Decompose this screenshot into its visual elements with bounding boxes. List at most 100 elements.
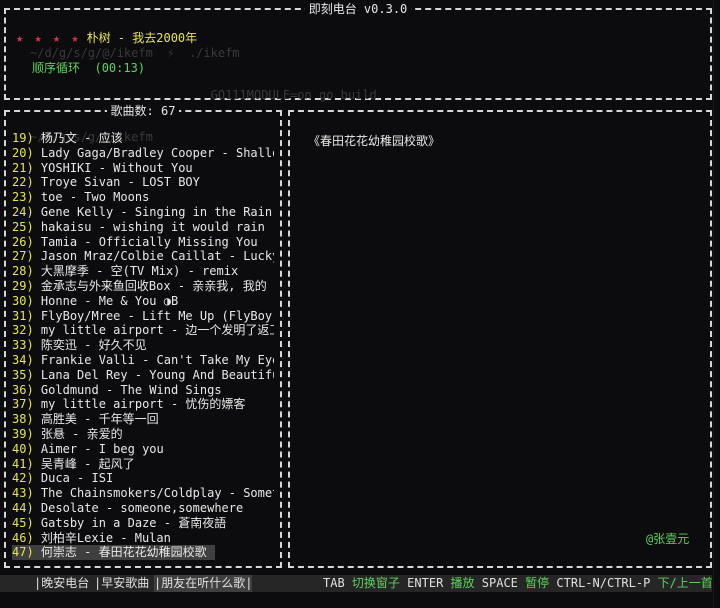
song-list-item[interactable]: 22) Troye Sivan - LOST BOY [12,175,274,190]
song-number: 47) [12,545,34,560]
song-list-item[interactable]: 43) The Chainsmokers/Coldplay - Somethin [12,486,274,501]
song-list-item[interactable]: 32) my little airport - 边一个发明了返工 [12,323,274,338]
song-number: 29) [12,278,34,293]
song-number: 37) [12,397,34,412]
song-list-item[interactable]: 42) Duca - ISI [12,471,274,486]
song-title: 陈奕迅 - 好久不见 [40,338,147,353]
song-title: Tamia - Officially Missing You [40,234,258,249]
song-number: 28) [12,264,34,279]
song-title: hakaisu - wishing it would rain [40,219,265,234]
song-title: 张悬 - 亲爱的 [40,426,123,441]
menu-night-radio[interactable]: |晚安电台 [34,575,89,592]
song-list-item[interactable]: 33) 陈奕迅 - 好久不见 [12,338,274,353]
song-number: 31) [12,308,34,323]
song-title: Lady Gaga/Bradley Cooper - Shallow [40,145,274,160]
shortcut-action-enter: 播放 [450,576,475,590]
song-list-item[interactable]: 28) 大黑摩季 - 空(TV Mix) - remix [12,264,274,279]
song-title: Goldmund - The Wind Sings [40,382,222,397]
song-title: Desolate - someone,somewhere [40,500,244,515]
song-title: The Chainsmokers/Coldplay - Somethin [40,486,274,501]
song-list-item[interactable]: 35) Lana Del Rey - Young And Beautiful [12,368,274,383]
menu-morning-songs[interactable]: |早安歌曲 [94,575,149,592]
song-number: 46) [12,530,34,545]
song-number: 33) [12,338,34,353]
song-list-item[interactable]: 34) Frankie Valli - Can't Take My Eyes O [12,353,274,368]
song-title: FlyBoy/Mree - Lift Me Up (FlyBoy Rem [40,308,274,323]
song-list-item[interactable]: 37) my little airport - 忧伤的嫖客 [12,397,274,412]
song-list-item[interactable]: 40) Aimer - I beg you [12,442,274,457]
song-title: Gene Kelly - Singing in the Rain [40,204,273,219]
song-title: Jason Mraz/Colbie Caillat - Lucky (A [40,249,274,264]
song-title: 刘柏辛Lexie - Mulan [40,530,171,545]
song-title: Lana Del Rey - Young And Beautiful [40,367,274,382]
song-list-item[interactable]: 24) Gene Kelly - Singing in the Rain [12,205,274,220]
song-number: 30) [12,293,34,308]
song-number: 41) [12,456,34,471]
author-handle: @张壹元 [646,532,690,546]
menu-friends-listening[interactable]: |朋友在听什么歌| [154,575,253,592]
song-list-item[interactable]: 46) 刘柏辛Lexie - Mulan [12,531,274,546]
song-list-item[interactable]: 47) 何崇志 - 春田花花幼稚园校歌 [12,545,215,561]
song-number: 27) [12,249,34,264]
shortcut-key-space: SPACE [481,576,518,590]
song-title: 高胜美 - 千年等一回 [40,412,159,427]
song-title: 何崇志 - 春田花花幼稚园校歌 [40,545,207,560]
play-mode[interactable]: 顺序循环 [32,61,80,75]
song-number: 19) [12,131,34,145]
song-number: 24) [12,204,34,219]
song-title: Duca - ISI [40,471,114,486]
song-list-item[interactable]: 27) Jason Mraz/Colbie Caillat - Lucky (A [12,249,274,264]
song-title: Honne - Me & You ◑B [40,293,179,308]
song-list-item[interactable]: 45) Gatsby in a Daze - 蒼南夜語 [12,516,274,531]
lyrics-panel [288,110,712,568]
song-list-item[interactable]: 39) 张悬 - 亲爱的 [12,427,274,442]
rating-stars-icon: ★ ★ ★ ★ [16,31,81,45]
song-number: 20) [12,145,34,160]
shortcut-action-space: 暂停 [525,576,550,590]
song-title: Troye Sivan - LOST BOY [40,175,200,190]
song-list[interactable]: 19) 杨乃文 - 应该 20) Lady Gaga/Bradley Cooper… [12,131,274,561]
song-title: Frankie Valli - Can't Take My Eyes O [40,352,274,367]
song-list-item[interactable]: 21) YOSHIKI - Without You [12,161,274,176]
shortcut-action-tab: 切换窗子 [351,576,400,590]
song-list-item[interactable]: 23) toe - Two Moons [12,190,274,205]
song-title: 杨乃文 - 应该 [40,131,123,145]
shortcut-key-tab: TAB [323,576,345,590]
song-list-item[interactable]: 26) Tamia - Officially Missing You [12,235,274,250]
ghost-line-2: GO111MODULE=on go build [30,88,377,102]
song-list-item[interactable]: 36) Goldmund - The Wind Sings [12,383,274,398]
play-mode-status: 顺序循环 (00:13) [32,60,145,76]
song-number: 43) [12,486,34,501]
shortcut-key-enter: ENTER [407,576,444,590]
shortcut-key-ctrl-np: CTRL-N/CTRL-P [556,576,651,590]
song-list-item[interactable]: 38) 高胜美 - 千年等一回 [12,412,274,427]
song-number: 40) [12,441,34,456]
song-title: my little airport - 边一个发明了返工 [40,323,274,338]
song-list-item[interactable]: 31) FlyBoy/Mree - Lift Me Up (FlyBoy Rem [12,309,274,324]
song-list-item[interactable]: 25) hakaisu - wishing it would rain [12,220,274,235]
song-title: Aimer - I beg you [40,441,164,456]
shortcut-hints: TAB 切换窗子 ENTER 播放 SPACE 暂停 CTRL-N/CTRL-P… [323,575,713,592]
song-number: 26) [12,234,34,249]
song-list-item[interactable]: 41) 吴青峰 - 起风了 [12,457,274,472]
song-number: 34) [12,352,34,367]
song-title: YOSHIKI - Without You [40,160,193,175]
song-list-item[interactable]: 44) Desolate - someone,somewhere [12,501,274,516]
ghost-line-1: ~/d/g/s/g/@/ikefm ⚡ ./ikefm [30,46,240,60]
song-title: 大黑摩季 - 空(TV Mix) - remix [40,264,239,279]
song-number: 23) [12,190,34,205]
song-title: 吴青峰 - 起风了 [40,456,135,471]
song-number: 39) [12,426,34,441]
lyric-line: 《春田花花幼稚园校歌》 [308,134,441,148]
song-title: toe - Two Moons [40,190,150,205]
song-list-item[interactable]: 30) Honne - Me & You ◑B [12,294,274,309]
song-number: 22) [12,175,34,190]
song-number: 44) [12,500,34,515]
song-list-item[interactable]: 19) 杨乃文 - 应该 [12,131,274,146]
song-list-item[interactable]: 29) 金承志与外来鱼回收Box - 亲亲我, 我的 [12,279,274,294]
song-list-item[interactable]: 20) Lady Gaga/Bradley Cooper - Shallow [12,146,274,161]
shortcut-action-ctrl-np: 下/上一首 [657,576,713,590]
song-number: 38) [12,412,34,427]
song-title: my little airport - 忧伤的嫖客 [40,397,246,412]
now-playing: ★ ★ ★ ★ 朴树 - 我去2000年 [16,30,197,46]
